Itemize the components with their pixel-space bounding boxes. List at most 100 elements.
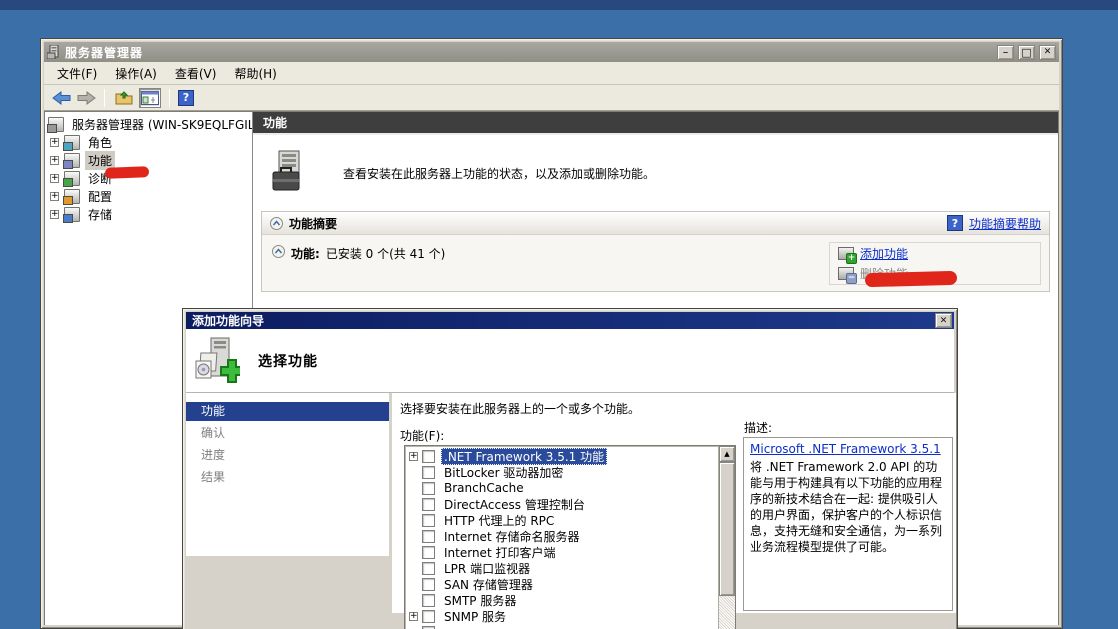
feature-checkbox[interactable] — [422, 610, 435, 623]
toolbar-separator — [169, 89, 170, 107]
scroll-up-icon[interactable]: ▲ — [719, 446, 735, 462]
tree-expand-icon[interactable] — [50, 138, 59, 147]
tree-item[interactable]: 存储 — [45, 205, 252, 223]
tree-item-icon — [64, 153, 80, 168]
desktop-top-strip — [0, 0, 1118, 10]
expand-icon[interactable] — [409, 612, 418, 621]
feature-checkbox[interactable] — [422, 498, 435, 511]
feature-row[interactable]: SAN 存储管理器 — [409, 576, 717, 592]
summary-row-label: 功能: — [291, 245, 320, 262]
server-manager-icon — [47, 45, 61, 59]
add-features-wizard-icon — [194, 337, 240, 385]
menu-item[interactable]: 文件(F) — [48, 62, 106, 85]
minimize-button[interactable] — [997, 45, 1014, 60]
dialog-header: 选择功能 — [186, 329, 954, 393]
feature-row[interactable] — [409, 624, 717, 629]
wizard-step[interactable]: 确认 — [186, 424, 389, 443]
feature-checkbox[interactable] — [422, 482, 435, 495]
back-icon[interactable] — [52, 90, 72, 106]
tree-root[interactable]: 服务器管理器 (WIN-SK9EQLFGIL — [45, 115, 252, 133]
toolbar: ? — [44, 85, 1059, 111]
tree-expand-icon[interactable] — [50, 174, 59, 183]
vertical-scrollbar[interactable]: ▲ — [718, 446, 735, 629]
dialog-titlebar[interactable]: 添加功能向导 — [186, 312, 954, 329]
feature-checkbox[interactable] — [422, 562, 435, 575]
feature-row[interactable]: DirectAccess 管理控制台 — [409, 496, 717, 512]
features-toolbox-icon — [269, 150, 311, 196]
features-summary-help-link[interactable]: 功能摘要帮助 — [969, 215, 1041, 232]
feature-row[interactable]: Internet 打印客户端 — [409, 544, 717, 560]
help-icon[interactable]: ? — [178, 90, 194, 106]
features-listbox[interactable]: .NET Framework 3.5.1 功能 BitLocker 驱动器加密 … — [404, 445, 736, 629]
feature-row[interactable]: BranchCache — [409, 480, 717, 496]
tree-expand-icon[interactable] — [50, 210, 59, 219]
wizard-steps: 功能确认进度结果 — [186, 393, 389, 556]
tree-item-icon — [64, 171, 80, 186]
remove-features-icon — [838, 267, 854, 280]
features-intro: 查看安装在此服务器上功能的状态，以及添加或删除功能。 — [253, 135, 1058, 211]
tree-expand-icon[interactable] — [50, 156, 59, 165]
intro-text: 查看安装在此服务器上功能的状态，以及添加或删除功能。 — [343, 165, 655, 182]
console-tree-icon[interactable] — [139, 88, 161, 108]
feature-row[interactable]: SMTP 服务器 — [409, 592, 717, 608]
window-title: 服务器管理器 — [65, 44, 993, 61]
add-features-wizard-dialog: 添加功能向导 选择功能 功能确认进度结果 选择要安装在此服务器上的一个或多个功能… — [182, 308, 958, 629]
menu-item[interactable]: 操作(A) — [106, 62, 166, 85]
help-icon: ? — [947, 215, 963, 231]
server-manager-node-icon — [48, 117, 64, 132]
feature-checkbox[interactable] — [422, 530, 435, 543]
maximize-button[interactable] — [1018, 45, 1035, 60]
description-box: Microsoft .NET Framework 3.5.1 将 .NET Fr… — [743, 437, 953, 611]
feature-row[interactable]: SNMP 服务 — [409, 608, 717, 624]
pane-header: 功能 — [253, 112, 1058, 135]
feature-description-text: 将 .NET Framework 2.0 API 的功能与用于构建具有以下功能的… — [750, 460, 942, 554]
collapse-icon[interactable] — [270, 217, 283, 230]
feature-row[interactable]: .NET Framework 3.5.1 功能 — [409, 448, 717, 464]
feature-row[interactable]: LPR 端口监视器 — [409, 560, 717, 576]
feature-checkbox[interactable] — [422, 594, 435, 607]
feature-checkbox[interactable] — [422, 466, 435, 479]
wizard-page: 选择要安装在此服务器上的一个或多个功能。 功能(F): 描述: .NET Fra… — [392, 393, 956, 613]
dialog-heading: 选择功能 — [258, 351, 318, 371]
add-features-link[interactable]: 添加功能 — [860, 245, 908, 262]
feature-description-link[interactable]: Microsoft .NET Framework 3.5.1 — [750, 441, 941, 457]
feature-row[interactable]: BitLocker 驱动器加密 — [409, 464, 717, 480]
tree-item[interactable]: 配置 — [45, 187, 252, 205]
tree-items: 角色 功能 诊断 配置 存储 — [45, 133, 252, 223]
wizard-step[interactable]: 进度 — [186, 446, 389, 465]
wizard-step[interactable]: 功能 — [186, 402, 389, 421]
feature-row[interactable]: HTTP 代理上的 RPC — [409, 512, 717, 528]
menu-item[interactable]: 帮助(H) — [225, 62, 285, 85]
feature-checkbox[interactable] — [422, 626, 435, 629]
wizard-step[interactable]: 结果 — [186, 468, 389, 487]
feature-checkbox[interactable] — [422, 514, 435, 527]
summary-row-value: 已安装 0 个(共 41 个) — [326, 245, 446, 262]
forward-icon[interactable] — [76, 90, 96, 106]
tree-item[interactable]: 功能 — [45, 151, 252, 169]
feature-checkbox[interactable] — [422, 546, 435, 559]
feature-row[interactable]: Internet 存储命名服务器 — [409, 528, 717, 544]
feature-checkbox[interactable] — [422, 578, 435, 591]
feature-checkbox[interactable] — [422, 450, 435, 463]
scrollbar-thumb[interactable] — [719, 462, 735, 596]
description-label: 描述: — [744, 419, 772, 436]
menubar: 文件(F)操作(A)查看(V)帮助(H) — [44, 62, 1059, 85]
annotation-red-underline-features — [105, 166, 149, 179]
close-button[interactable] — [1039, 45, 1056, 60]
window-titlebar[interactable]: 服务器管理器 — [44, 42, 1059, 62]
collapse-icon[interactable] — [272, 245, 285, 258]
expand-icon[interactable] — [409, 452, 418, 461]
tree-item-icon — [64, 207, 80, 222]
tree-expand-icon[interactable] — [50, 192, 59, 201]
toolbar-separator — [104, 89, 105, 107]
tree-item-icon — [64, 189, 80, 204]
menu-item[interactable]: 查看(V) — [166, 62, 226, 85]
tree-item-icon — [64, 135, 80, 150]
add-features-icon — [838, 247, 854, 260]
show-window-icon[interactable] — [113, 88, 135, 108]
annotation-red-underline-add-features — [865, 271, 957, 287]
tree-item[interactable]: 角色 — [45, 133, 252, 151]
dialog-close-button[interactable] — [935, 313, 952, 328]
summary-title: 功能摘要 — [289, 215, 337, 232]
tree-root-label[interactable]: 服务器管理器 (WIN-SK9EQLFGIL — [69, 115, 253, 134]
